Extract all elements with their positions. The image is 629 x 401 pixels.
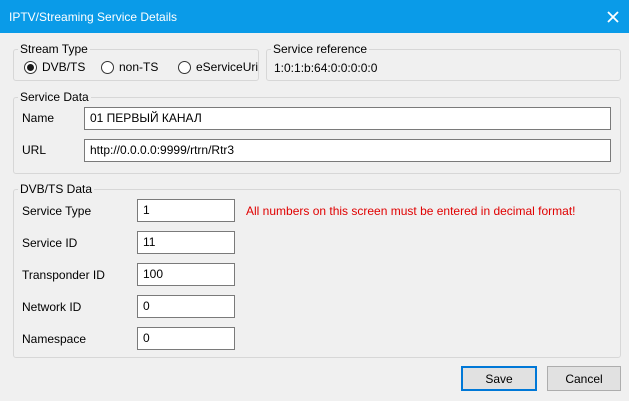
service-type-label: Service Type	[22, 204, 92, 218]
service-id-label: Service ID	[22, 236, 78, 250]
name-field[interactable]: 01 ПЕРВЫЙ КАНАЛ	[84, 107, 611, 130]
url-label: URL	[22, 143, 47, 157]
service-reference-legend: Service reference	[273, 42, 368, 56]
service-data-legend: Service Data	[20, 90, 89, 104]
service-reference-value: 1:0:1:b:64:0:0:0:0:0	[274, 61, 378, 75]
service-type-field[interactable]: 1	[137, 199, 235, 222]
radio-dvb-ts-label: DVB/TS	[42, 60, 86, 74]
name-label: Name	[22, 111, 55, 125]
decimal-format-warning: All numbers on this screen must be enter…	[246, 204, 576, 218]
url-field[interactable]: http://0.0.0.0:9999/rtrn/Rtr3	[84, 139, 611, 162]
radio-dvb-ts[interactable]: DVB/TS	[24, 60, 85, 74]
radio-non-ts-indicator	[101, 60, 114, 74]
service-id-field[interactable]: 11	[137, 231, 235, 254]
close-icon[interactable]	[596, 0, 629, 33]
radio-eserviceuri-indicator	[178, 60, 191, 74]
network-id-field[interactable]: 0	[137, 295, 235, 318]
namespace-field[interactable]: 0	[137, 327, 235, 350]
transponder-id-field[interactable]: 100	[137, 263, 235, 286]
radio-non-ts[interactable]: non-TS	[101, 60, 158, 74]
radio-eserviceuri-label: eServiceUri	[196, 60, 259, 74]
network-id-label: Network ID	[22, 300, 82, 314]
stream-type-legend: Stream Type	[20, 42, 88, 56]
cancel-button[interactable]: Cancel	[547, 366, 621, 391]
title-bar[interactable]: IPTV/Streaming Service Details	[0, 0, 629, 33]
transponder-id-label: Transponder ID	[22, 268, 105, 282]
dialog-body: Stream Type DVB/TS non-TS eServiceUri Se…	[0, 33, 629, 401]
radio-dvb-ts-indicator	[24, 60, 37, 74]
radio-eserviceuri[interactable]: eServiceUri	[178, 60, 258, 74]
dvb-ts-data-legend: DVB/TS Data	[20, 182, 93, 196]
window-title: IPTV/Streaming Service Details	[9, 10, 178, 24]
namespace-label: Namespace	[22, 332, 87, 346]
radio-non-ts-label: non-TS	[119, 60, 159, 74]
save-button[interactable]: Save	[461, 366, 537, 391]
